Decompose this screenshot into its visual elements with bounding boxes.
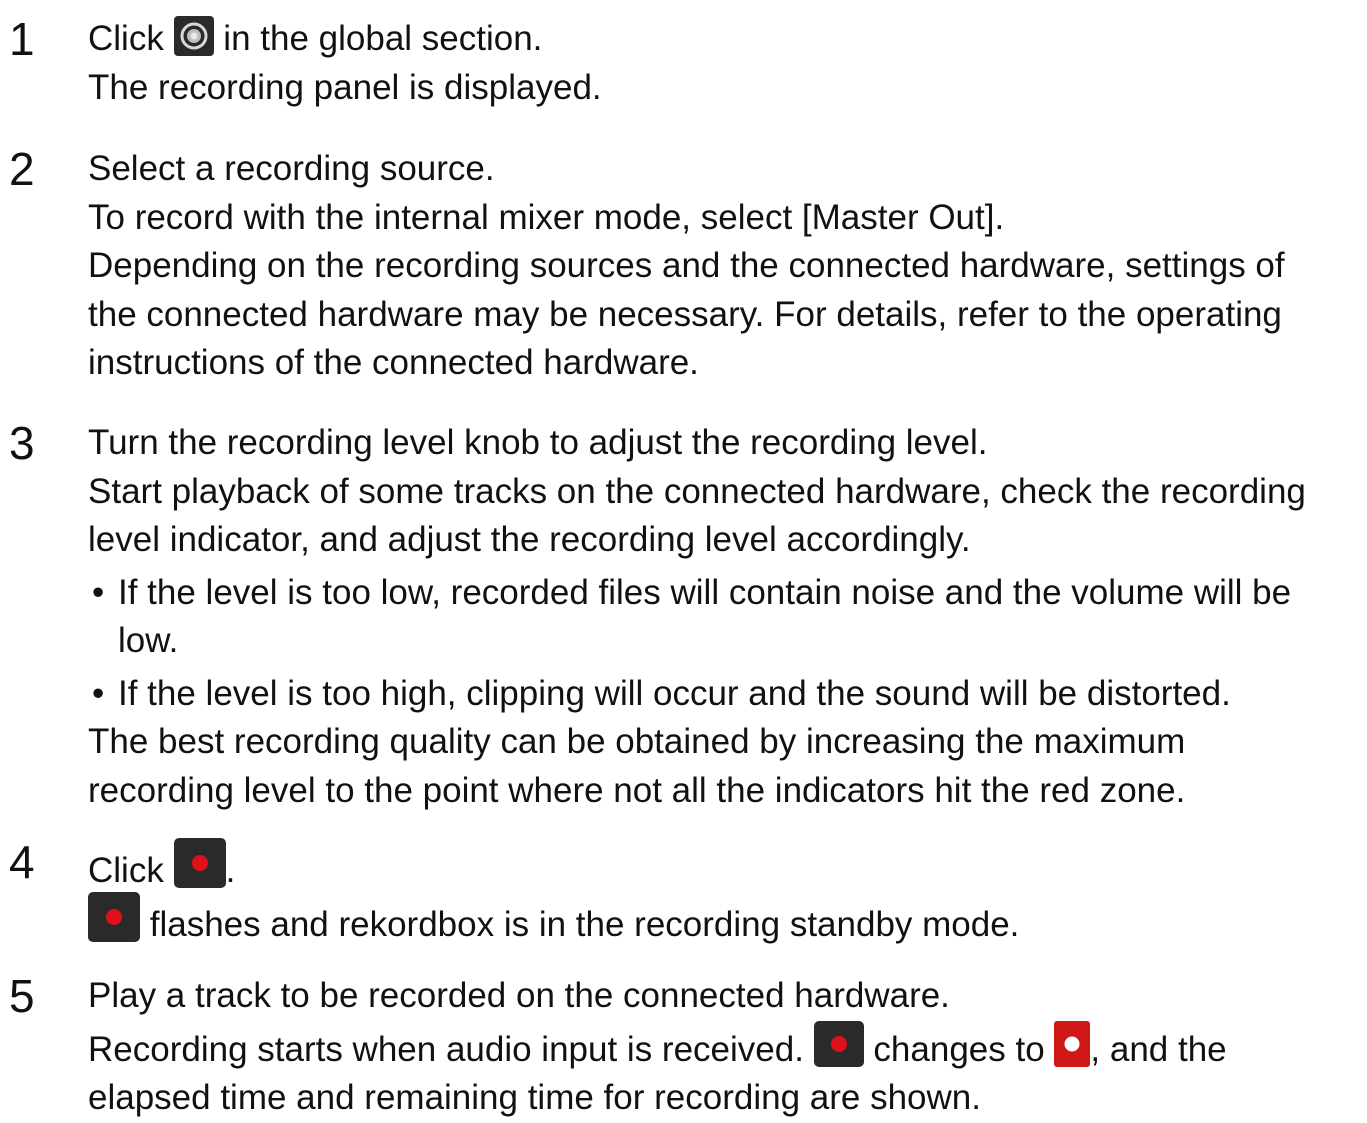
step-number: 2 xyxy=(9,143,35,195)
list-item: • If the level is too high, clipping wil… xyxy=(92,673,1231,713)
step-number: 5 xyxy=(9,970,35,1022)
step-5-status: Recording starts when audio input is rec… xyxy=(88,1020,1367,1075)
recording-active-icon xyxy=(1054,1020,1091,1067)
step-1-instruction: Click in the global section. xyxy=(88,15,1367,64)
recording-panel-icon xyxy=(173,16,214,56)
record-button-icon xyxy=(813,1020,864,1067)
record-button-icon xyxy=(173,838,226,888)
step-4-instruction: Click . xyxy=(88,838,1367,890)
step-number: 1 xyxy=(9,13,35,65)
record-button-icon xyxy=(88,892,140,942)
step-4-note: flashes and rekordbox is in the recordin… xyxy=(88,892,1367,950)
list-item: • If the level is too low, recorded file… xyxy=(92,572,1292,661)
step-number: 4 xyxy=(9,836,35,888)
step-number: 3 xyxy=(9,417,35,469)
